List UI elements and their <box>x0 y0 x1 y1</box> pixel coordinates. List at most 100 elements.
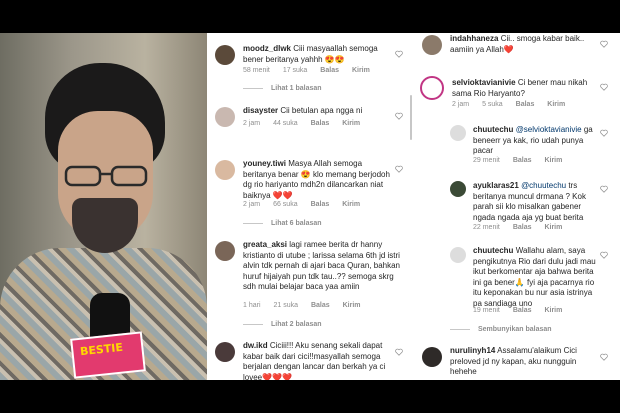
avatar[interactable] <box>422 35 442 55</box>
comment-time: 2 jam <box>243 120 261 127</box>
comments-panel-middle[interactable]: moodz_dlwk Ciii masyaallah semoga bener … <box>207 33 414 380</box>
send-button[interactable]: Kirim <box>544 224 562 231</box>
comment-username[interactable]: dw.ikd <box>243 341 268 350</box>
comment-username[interactable]: moodz_dlwk <box>243 44 291 53</box>
comment-time: 2 jam <box>452 101 470 108</box>
comment-username[interactable]: selvioktavianivie <box>452 78 516 87</box>
comment-text: nurulinyh14 Assalamu'alaikum Cici prelov… <box>450 346 600 378</box>
mention-link[interactable]: @selvioktavianivie <box>516 125 582 134</box>
send-button[interactable]: Kirim <box>343 302 361 309</box>
glasses-icon <box>64 165 148 187</box>
divider-line <box>450 328 470 330</box>
comment-likes[interactable]: 5 suka <box>482 101 503 108</box>
comment-meta: 29 menit Balas Kirim <box>473 157 573 164</box>
comment-likes[interactable]: 66 suka <box>273 201 298 208</box>
avatar[interactable] <box>215 241 235 261</box>
divider-line <box>243 222 263 224</box>
like-heart-icon[interactable] <box>600 185 608 193</box>
reply-button[interactable]: Balas <box>320 67 339 74</box>
avatar[interactable] <box>215 160 235 180</box>
comment-username[interactable]: nurulinyh14 <box>450 346 495 355</box>
view-replies-label[interactable]: Lihat 1 balasan <box>271 85 322 92</box>
divider-line <box>243 87 263 89</box>
reply-button[interactable]: Balas <box>513 224 532 231</box>
reply-button[interactable]: Balas <box>516 101 535 108</box>
like-heart-icon[interactable] <box>395 112 403 120</box>
comment-meta: 58 menit 17 suka Balas Kirim <box>243 67 381 74</box>
view-replies-label[interactable]: Lihat 2 balasan <box>271 321 322 328</box>
comment-username[interactable]: greata_aksi <box>243 240 287 249</box>
comment-time: 22 menit <box>473 224 500 231</box>
reply-button[interactable]: Balas <box>513 157 532 164</box>
comment-meta: 22 menit Balas Kirim <box>473 224 573 231</box>
comment-likes[interactable]: 21 suka <box>273 302 298 309</box>
scrollbar[interactable] <box>410 95 412 140</box>
send-button[interactable]: Kirim <box>342 201 360 208</box>
view-replies-button[interactable]: Lihat 2 balasan <box>243 321 322 328</box>
comment-likes[interactable]: 17 suka <box>283 67 308 74</box>
avatar[interactable] <box>450 247 466 263</box>
like-heart-icon[interactable] <box>600 40 608 48</box>
comment-text: moodz_dlwk Ciii masyaallah semoga bener … <box>243 44 393 65</box>
view-replies-button[interactable]: Lihat 6 balasan <box>243 220 322 227</box>
avatar[interactable] <box>450 125 466 141</box>
screenshot-frame: BESTIE moodz_dlwk Ciii masyaallah semoga… <box>0 0 620 413</box>
like-heart-icon[interactable] <box>600 129 608 137</box>
mention-link[interactable]: @chuutechu <box>521 181 566 190</box>
avatar[interactable] <box>420 76 444 100</box>
video-frame: BESTIE <box>0 33 207 380</box>
comment-text: indahhaneza Cii.. smoga kabar baik.. aam… <box>450 34 600 55</box>
comment-username[interactable]: chuutechu <box>473 246 513 255</box>
comment-time: 19 menit <box>473 307 500 314</box>
send-button[interactable]: Kirim <box>352 67 370 74</box>
comment-time: 2 jam <box>243 201 261 208</box>
view-replies-label[interactable]: Lihat 6 balasan <box>271 220 322 227</box>
reply-text: chuutechu Wallahu alam, saya pengikutnya… <box>473 246 603 309</box>
send-button[interactable]: Kirim <box>544 307 562 314</box>
like-heart-icon[interactable] <box>600 83 608 91</box>
comment-username[interactable]: ayuklaras21 <box>473 181 519 190</box>
reply-text: chuutechu @selvioktavianivie ga beneerr … <box>473 125 598 157</box>
comment-meta: 19 menit Balas Kirim <box>473 307 573 314</box>
view-replies-button[interactable]: Lihat 1 balasan <box>243 85 322 92</box>
reply-button[interactable]: Balas <box>311 201 330 208</box>
like-heart-icon[interactable] <box>395 165 403 173</box>
like-heart-icon[interactable] <box>395 348 403 356</box>
like-heart-icon[interactable] <box>600 251 608 259</box>
comment-time: 58 menit <box>243 67 270 74</box>
avatar[interactable] <box>215 342 235 362</box>
comment-message: Cii betulan apa ngga ni <box>280 106 363 115</box>
comment-username[interactable]: disayster <box>243 106 278 115</box>
comment-text: dw.ikd Ciciii!!! Aku senang sekali dapat… <box>243 341 393 380</box>
divider-line <box>243 323 263 325</box>
send-button[interactable]: Kirim <box>544 157 562 164</box>
send-button[interactable]: Kirim <box>547 101 565 108</box>
like-heart-icon[interactable] <box>600 353 608 361</box>
reply-button[interactable]: Balas <box>311 302 330 309</box>
avatar[interactable] <box>215 107 235 127</box>
reply-button[interactable]: Balas <box>311 120 330 127</box>
comment-username[interactable]: youney.tiwi <box>243 159 286 168</box>
hide-replies-button[interactable]: Sembunyikan balasan <box>450 326 552 333</box>
reply-text: ayuklaras21 @chuutechu trs beritanya mun… <box>473 181 601 223</box>
comment-time: 1 hari <box>243 302 261 309</box>
comment-username[interactable]: indahhaneza <box>450 34 498 43</box>
hide-replies-label[interactable]: Sembunyikan balasan <box>478 326 552 333</box>
comment-time: 29 menit <box>473 157 500 164</box>
avatar[interactable] <box>215 45 235 65</box>
comment-meta: 2 jam 44 suka Balas Kirim <box>243 120 371 127</box>
comment-username[interactable]: chuutechu <box>473 125 513 134</box>
comment-message: Wallahu alam, saya pengikutnya Rio dari … <box>473 246 596 308</box>
comment-likes[interactable]: 44 suka <box>273 120 298 127</box>
like-heart-icon[interactable] <box>395 50 403 58</box>
comment-meta: 1 hari 21 suka Balas Kirim <box>243 302 372 309</box>
comment-text: disayster Cii betulan apa ngga ni <box>243 106 393 117</box>
avatar[interactable] <box>450 181 466 197</box>
reply-button[interactable]: Balas <box>513 307 532 314</box>
comment-text: greata_aksi lagi ramee berita dr hanny k… <box>243 240 403 293</box>
comment-meta: 2 jam 5 suka Balas Kirim <box>452 101 576 108</box>
send-button[interactable]: Kirim <box>342 120 360 127</box>
comments-panel-right[interactable]: indahhaneza Cii.. smoga kabar baik.. aam… <box>414 33 620 380</box>
comment-meta: 2 jam 66 suka Balas Kirim <box>243 201 371 208</box>
avatar[interactable] <box>422 347 442 367</box>
